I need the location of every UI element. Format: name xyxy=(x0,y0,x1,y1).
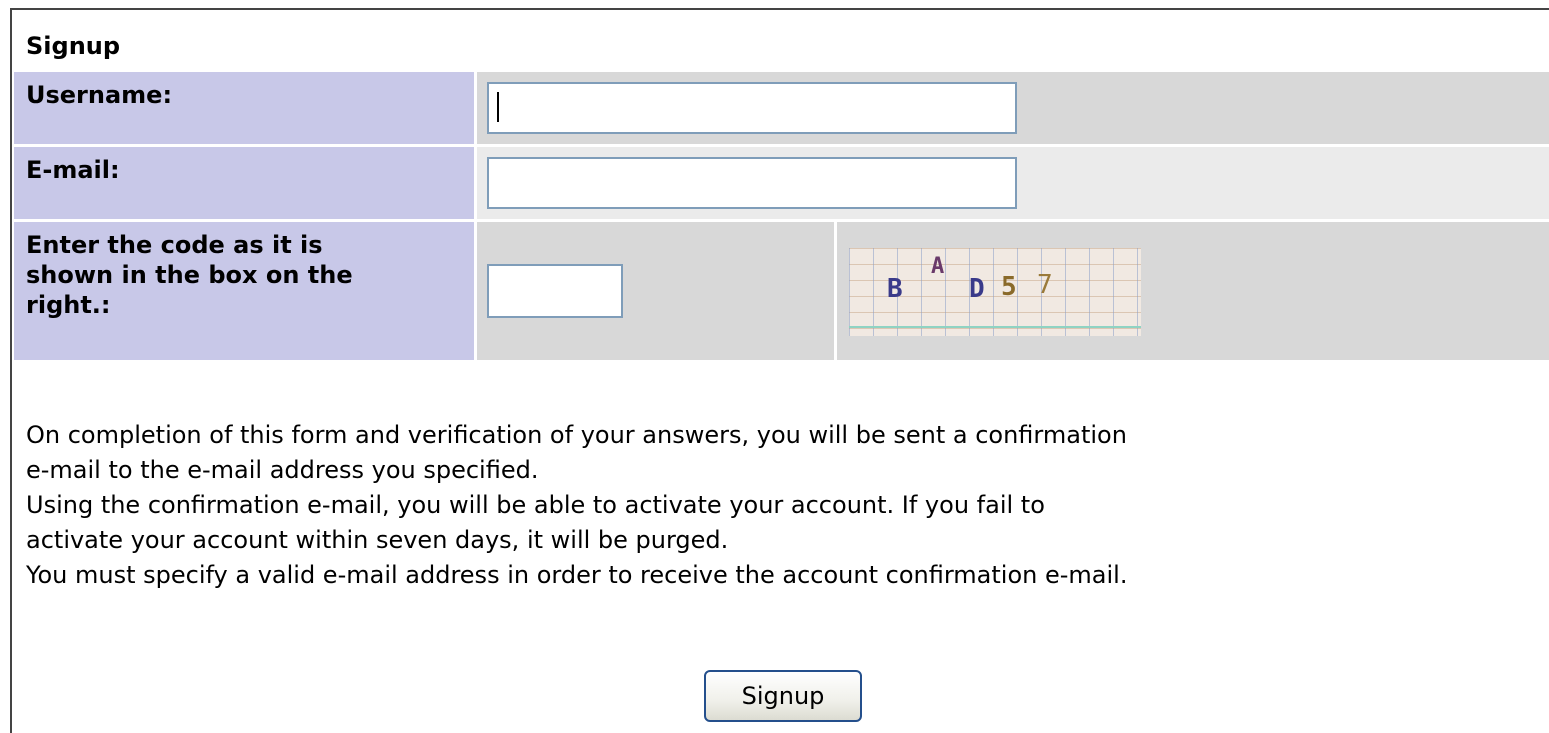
info-line-2: e-mail to the e-mail address you specifi… xyxy=(26,456,539,484)
info-text: On completion of this form and verificat… xyxy=(26,418,1546,593)
email-row: E-mail: xyxy=(14,147,1549,219)
captcha-char-1: B xyxy=(887,274,903,304)
captcha-input[interactable] xyxy=(487,264,623,318)
email-field-cell xyxy=(477,147,1549,219)
captcha-image-cell: B A D 5 7 xyxy=(837,222,1549,360)
captcha-label-line-2: shown in the box on the xyxy=(26,261,353,289)
captcha-char-5: 7 xyxy=(1037,270,1053,300)
username-input[interactable] xyxy=(487,82,1017,134)
username-label: Username: xyxy=(14,72,474,144)
info-line-5: You must specify a valid e-mail address … xyxy=(26,561,1128,589)
email-label: E-mail: xyxy=(14,147,474,219)
captcha-noise-line xyxy=(849,326,1141,328)
info-line-1: On completion of this form and verificat… xyxy=(26,421,1127,449)
panel-title: Signup xyxy=(26,32,121,60)
text-cursor xyxy=(497,92,499,122)
captcha-label-line-1: Enter the code as it is xyxy=(26,231,323,259)
captcha-image: B A D 5 7 xyxy=(849,248,1141,336)
captcha-char-2: A xyxy=(931,254,945,279)
info-line-4: activate your account within seven days,… xyxy=(26,526,729,554)
captcha-label-line-3: right.: xyxy=(26,291,111,319)
info-line-3: Using the confirmation e-mail, you will … xyxy=(26,491,1045,519)
username-row: Username: xyxy=(14,72,1549,144)
username-field-cell xyxy=(477,72,1549,144)
signup-panel: Signup Username: E-mail: Enter the code … xyxy=(10,8,1549,733)
captcha-char-4: 5 xyxy=(1001,272,1017,302)
email-input[interactable] xyxy=(487,157,1017,209)
signup-button[interactable]: Signup xyxy=(704,670,862,722)
captcha-input-cell xyxy=(477,222,834,360)
captcha-label: Enter the code as it is shown in the box… xyxy=(14,222,474,360)
captcha-row: Enter the code as it is shown in the box… xyxy=(14,222,1549,360)
captcha-char-3: D xyxy=(969,274,985,304)
